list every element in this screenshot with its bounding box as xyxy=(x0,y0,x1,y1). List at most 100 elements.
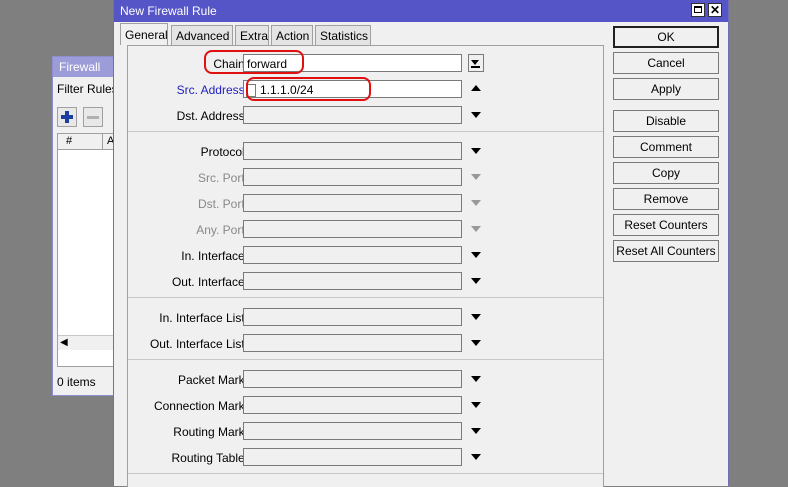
dst-address-field[interactable] xyxy=(243,106,462,124)
packet-mark-row: Packet Mark: xyxy=(128,370,603,390)
dst-address-expand-button[interactable] xyxy=(469,106,485,124)
protocol-field[interactable] xyxy=(243,142,462,160)
out-interface-list-label: Out. Interface List: xyxy=(149,337,248,351)
dialog-title: New Firewall Rule xyxy=(120,4,217,18)
chevron-down-icon xyxy=(471,314,481,320)
any-port-label: Any. Port: xyxy=(196,223,248,237)
routing-table-label: Routing Table: xyxy=(171,451,249,465)
chevron-down-icon xyxy=(471,112,481,118)
routing-mark-field[interactable] xyxy=(243,422,462,440)
chain-dropdown-button[interactable] xyxy=(468,54,484,72)
reset-counters-button[interactable]: Reset Counters xyxy=(613,214,719,236)
in-interface-list-expand-button[interactable] xyxy=(469,308,485,326)
in-interface-field[interactable] xyxy=(243,246,462,264)
chevron-down-icon xyxy=(471,428,481,434)
dst-port-row: Dst. Port: xyxy=(128,194,603,214)
packet-mark-label: Packet Mark: xyxy=(177,373,248,387)
chevron-down-icon xyxy=(471,226,481,232)
chevron-down-icon xyxy=(471,200,481,206)
in-interface-list-row: In. Interface List: xyxy=(128,308,603,328)
tab-action[interactable]: Action xyxy=(271,25,313,45)
reset-all-counters-button[interactable]: Reset All Counters xyxy=(613,240,719,262)
out-interface-list-expand-button[interactable] xyxy=(469,334,485,352)
in-interface-list-field[interactable] xyxy=(243,308,462,326)
tab-filter-rules[interactable]: Filter Rules xyxy=(57,79,118,99)
apply-button[interactable]: Apply xyxy=(613,78,719,100)
src-address-collapse-button[interactable] xyxy=(469,80,485,98)
chevron-down-icon xyxy=(471,148,481,154)
out-interface-label: Out. Interface: xyxy=(171,275,248,289)
routing-table-expand-button[interactable] xyxy=(469,448,485,466)
chevron-down-icon xyxy=(471,340,481,346)
in-interface-label: In. Interface: xyxy=(181,249,248,263)
chain-highlight xyxy=(204,50,304,74)
divider xyxy=(128,359,603,360)
item-count: 0 items xyxy=(57,375,96,389)
connection-mark-field[interactable] xyxy=(243,396,462,414)
packet-mark-expand-button[interactable] xyxy=(469,370,485,388)
chevron-up-icon xyxy=(471,85,481,91)
routing-table-row: Routing Table: xyxy=(128,448,603,468)
chevron-down-icon xyxy=(471,174,481,180)
divider xyxy=(128,131,603,132)
src-address-highlight xyxy=(246,77,371,101)
copy-button[interactable]: Copy xyxy=(613,162,719,184)
out-interface-list-field[interactable] xyxy=(243,334,462,352)
out-interface-expand-button[interactable] xyxy=(469,272,485,290)
in-interface-row: In. Interface: xyxy=(128,246,603,266)
out-interface-list-row: Out. Interface List: xyxy=(128,334,603,354)
any-port-row: Any. Port: xyxy=(128,220,603,240)
protocol-label: Protocol: xyxy=(200,145,248,159)
scroll-left-icon[interactable]: ◀ xyxy=(60,336,68,350)
chevron-down-icon xyxy=(471,376,481,382)
dialog-title-bar: New Firewall Rule ✕ xyxy=(114,0,728,22)
maximize-button[interactable] xyxy=(691,3,705,17)
packet-mark-field[interactable] xyxy=(243,370,462,388)
routing-table-field[interactable] xyxy=(243,448,462,466)
chevron-down-icon xyxy=(471,278,481,284)
src-port-expand-button xyxy=(469,168,485,186)
connection-mark-expand-button[interactable] xyxy=(469,396,485,414)
general-panel: Chain: forward Src. Address: 1.1.1.0/24 … xyxy=(127,45,604,487)
tab-general[interactable]: General xyxy=(120,23,168,45)
disable-button[interactable]: Disable xyxy=(613,110,719,132)
src-port-row: Src. Port: xyxy=(128,168,603,188)
remove-rule-button[interactable] xyxy=(83,107,103,127)
chevron-down-icon xyxy=(471,402,481,408)
connection-mark-row: Connection Mark: xyxy=(128,396,603,416)
routing-mark-expand-button[interactable] xyxy=(469,422,485,440)
src-address-label: Src. Address: xyxy=(176,83,248,97)
divider xyxy=(128,473,603,474)
out-interface-field[interactable] xyxy=(243,272,462,290)
in-interface-expand-button[interactable] xyxy=(469,246,485,264)
column-header-number[interactable]: # xyxy=(58,134,103,149)
protocol-row: Protocol: xyxy=(128,142,603,162)
dst-port-expand-button xyxy=(469,194,485,212)
dst-port-field xyxy=(243,194,462,212)
any-port-expand-button xyxy=(469,220,485,238)
tab-statistics[interactable]: Statistics xyxy=(315,25,371,45)
connection-mark-label: Connection Mark: xyxy=(153,399,248,413)
tab-extra[interactable]: Extra xyxy=(235,25,269,45)
firewall-window-title: Firewall xyxy=(53,57,121,77)
any-port-field xyxy=(243,220,462,238)
remove-button[interactable]: Remove xyxy=(613,188,719,210)
chevron-down-icon xyxy=(471,60,479,65)
chain-row: Chain: forward xyxy=(128,54,603,74)
firewall-window: Firewall Filter Rules # A ◀ 0 items xyxy=(52,56,129,396)
protocol-expand-button[interactable] xyxy=(469,142,485,160)
in-interface-list-label: In. Interface List: xyxy=(159,311,248,325)
chevron-down-icon xyxy=(471,454,481,460)
minus-icon xyxy=(87,116,99,119)
tab-advanced[interactable]: Advanced xyxy=(171,25,233,45)
cancel-button[interactable]: Cancel xyxy=(613,52,719,74)
routing-mark-row: Routing Mark: xyxy=(128,422,603,442)
add-rule-button[interactable] xyxy=(57,107,77,127)
comment-button[interactable]: Comment xyxy=(613,136,719,158)
ok-button[interactable]: OK xyxy=(613,26,719,48)
dst-address-label: Dst. Address: xyxy=(176,109,248,123)
out-interface-row: Out. Interface: xyxy=(128,272,603,292)
close-button[interactable]: ✕ xyxy=(708,3,722,17)
src-port-label: Src. Port: xyxy=(197,171,248,185)
new-firewall-rule-dialog: New Firewall Rule ✕ General Advanced Ext… xyxy=(113,0,729,487)
